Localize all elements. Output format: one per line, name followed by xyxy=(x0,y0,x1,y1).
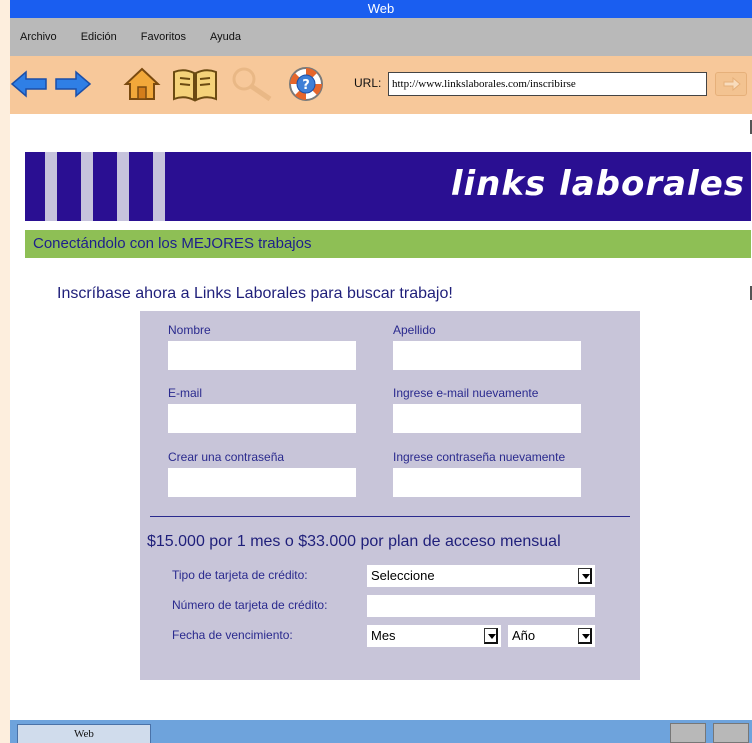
form-divider xyxy=(150,516,630,517)
taskbar-web-button[interactable]: Web xyxy=(17,724,151,743)
expiry-month-select[interactable]: Mes xyxy=(366,624,502,648)
password-confirm-input[interactable] xyxy=(393,468,581,497)
password-label: Crear una contraseña xyxy=(168,450,285,464)
first-name-input[interactable] xyxy=(168,341,356,370)
email-label: E-mail xyxy=(168,386,203,400)
tray-window-icon[interactable] xyxy=(713,723,749,743)
browser-window: Web Archivo Edición Favoritos Ayuda ? UR… xyxy=(10,0,752,743)
home-icon[interactable] xyxy=(122,64,162,109)
menu-edicion[interactable]: Edición xyxy=(81,31,117,43)
url-label: URL: xyxy=(354,76,382,90)
site-banner: links laborales xyxy=(25,152,751,221)
last-name-input[interactable] xyxy=(393,341,581,370)
menu-archivo[interactable]: Archivo xyxy=(20,31,57,43)
email-confirm-label: Ingrese e-mail nuevamente xyxy=(393,386,539,400)
card-number-input[interactable] xyxy=(366,594,596,618)
back-arrow-icon[interactable] xyxy=(10,64,50,109)
expiry-year-value: Año xyxy=(512,628,536,643)
forward-arrow-icon[interactable] xyxy=(52,64,92,109)
password-confirm-label: Ingrese contraseña nuevamente xyxy=(393,450,566,464)
card-type-value: Seleccione xyxy=(371,568,435,583)
expiry-year-select[interactable]: Año xyxy=(507,624,596,648)
expiry-label: Fecha de vencimiento: xyxy=(172,628,293,642)
banner-stripe xyxy=(81,152,93,221)
taskbar: Web xyxy=(10,720,752,743)
browser-toolbar: ? URL: http://www.linkslaborales.com/ins… xyxy=(10,56,752,114)
svg-text:?: ? xyxy=(302,78,310,93)
card-number-label: Número de tarjeta de crédito: xyxy=(172,598,328,612)
banner-stripe xyxy=(45,152,57,221)
email-confirm-input[interactable] xyxy=(393,404,581,433)
password-input[interactable] xyxy=(168,468,356,497)
banner-stripe xyxy=(153,152,165,221)
tagline-bar: Conectándolo con los MEJORES trabajos xyxy=(25,230,751,258)
signup-form: Nombre Apellido E-mail Ingrese e-mail nu… xyxy=(140,311,640,680)
bookmarks-book-icon[interactable] xyxy=(170,64,220,109)
first-name-label: Nombre xyxy=(168,323,211,337)
url-address-field[interactable]: http://www.linkslaborales.com/inscribirs… xyxy=(388,72,707,96)
help-lifebuoy-icon[interactable]: ? xyxy=(286,64,326,109)
last-name-label: Apellido xyxy=(393,323,436,337)
signup-heading: Inscríbase ahora a Links Laborales para … xyxy=(57,285,453,302)
menu-favoritos[interactable]: Favoritos xyxy=(141,31,186,43)
search-magnifier-icon[interactable] xyxy=(230,64,276,109)
banner-stripe xyxy=(117,152,129,221)
email-input[interactable] xyxy=(168,404,356,433)
go-arrow-icon xyxy=(723,77,741,91)
page-content: links laborales Conectándolo con los MEJ… xyxy=(10,114,752,720)
menu-bar: Archivo Edición Favoritos Ayuda xyxy=(10,18,752,56)
expiry-month-value: Mes xyxy=(371,628,396,643)
site-logo: links laborales xyxy=(450,164,745,204)
window-title: Web xyxy=(10,0,752,18)
go-button[interactable] xyxy=(715,72,747,96)
price-text: $15.000 por 1 mes o $33.000 por plan de … xyxy=(147,533,561,550)
chevron-down-icon[interactable] xyxy=(578,628,592,644)
card-type-select[interactable]: Seleccione xyxy=(366,564,596,588)
card-type-label: Tipo de tarjeta de crédito: xyxy=(172,568,308,582)
menu-ayuda[interactable]: Ayuda xyxy=(210,31,241,43)
chevron-down-icon[interactable] xyxy=(484,628,498,644)
tray-window-icon[interactable] xyxy=(670,723,706,743)
chevron-down-icon[interactable] xyxy=(578,568,592,584)
